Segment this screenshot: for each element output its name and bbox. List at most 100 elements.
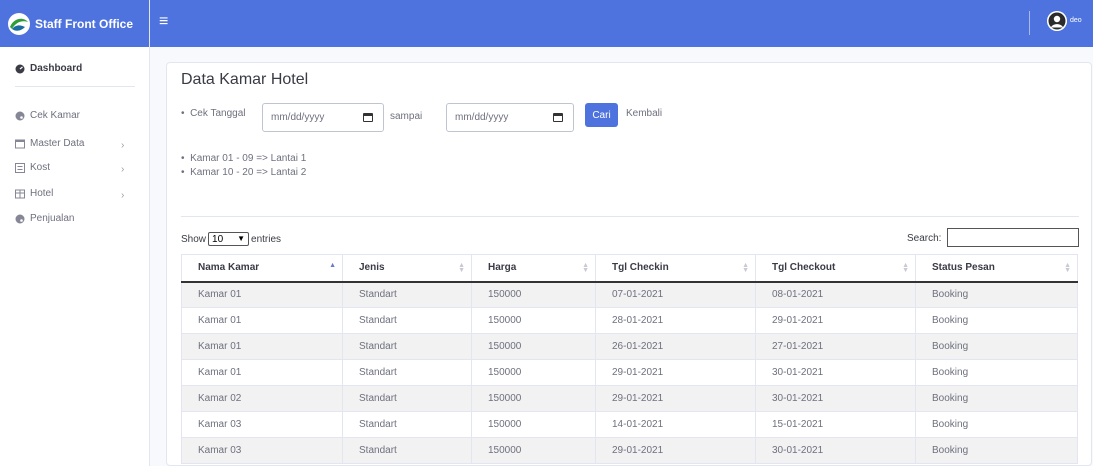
col-header-tgl-checkout[interactable]: Tgl Checkout ▲ ▼	[755, 254, 916, 283]
table-row: Kamar 03 Standart 150000 29-01-2021 30-0…	[181, 437, 1078, 464]
cell-jenis: Standart	[342, 385, 472, 412]
main-card: Data Kamar Hotel • Cek Tanggal mm/dd/yyy…	[166, 62, 1092, 466]
cell-status-pesan: Booking	[915, 411, 1078, 438]
cell-harga: 150000	[471, 333, 596, 360]
cell-status-pesan: Booking	[915, 385, 1078, 412]
table-icon	[15, 189, 25, 199]
sidebar-item-label: Kost	[30, 162, 51, 173]
col-header-nama-kamar[interactable]: Nama Kamar ▲	[181, 254, 343, 283]
search-button[interactable]: Cari	[585, 103, 618, 127]
cell-nama-kamar: Kamar 02	[181, 385, 343, 412]
cell-tgl-checkin: 29-01-2021	[595, 437, 756, 464]
sidebar-item-label: Master Data	[30, 138, 85, 149]
table-row: Kamar 02 Standart 150000 29-01-2021 30-0…	[181, 385, 1078, 412]
cell-status-pesan: Booking	[915, 437, 1078, 464]
sort-icon: ▲ ▼	[902, 262, 909, 274]
col-header-harga[interactable]: Harga ▲ ▼	[471, 254, 596, 283]
cell-tgl-checkin: 07-01-2021	[595, 281, 756, 308]
table-row: Kamar 03 Standart 150000 14-01-2021 15-0…	[181, 411, 1078, 438]
chevron-down-icon: ▼	[237, 234, 246, 243]
sidebar: Staff Front Office Dashboard Cek Kamar M…	[0, 0, 150, 466]
cell-tgl-checkout: 15-01-2021	[755, 411, 916, 438]
search-input[interactable]	[947, 228, 1079, 247]
sidebar-item-dashboard[interactable]: Dashboard	[15, 63, 82, 74]
brand-name: Staff Front Office	[35, 16, 133, 31]
table-row: Kamar 01 Standart 150000 29-01-2021 30-0…	[181, 359, 1078, 386]
entries-length-select[interactable]: 10 ▼	[208, 232, 250, 246]
cell-harga: 150000	[471, 437, 596, 464]
cell-status-pesan: Booking	[915, 359, 1078, 386]
tachometer-icon	[15, 64, 25, 74]
bars-icon[interactable]: ≡	[159, 14, 168, 30]
col-header-label: Nama Kamar	[198, 262, 260, 274]
table-row: Kamar 01 Standart 150000 26-01-2021 27-0…	[181, 333, 1078, 360]
brand-logo-icon	[7, 12, 31, 36]
cell-tgl-checkin: 26-01-2021	[595, 333, 756, 360]
cell-jenis: Standart	[342, 333, 472, 360]
sort-icon: ▲ ▼	[582, 262, 589, 274]
between-label: sampai	[390, 111, 423, 122]
show-label: Show	[181, 233, 207, 245]
chevron-right-icon: ›	[121, 190, 125, 201]
cell-jenis: Standart	[342, 281, 472, 308]
note-item: • Kamar 10 - 20 => Lantai 2	[181, 167, 307, 178]
palette-icon	[15, 111, 25, 121]
table-header-row: Nama Kamar ▲ Jenis ▲ ▼ Harga ▲ ▼ Tgl Checkin ▲…	[181, 254, 1078, 283]
filter-label-text: Cek Tanggal	[190, 108, 246, 119]
cell-status-pesan: Booking	[915, 333, 1078, 360]
user-name[interactable]: deo	[1070, 17, 1082, 24]
list-box-icon	[15, 162, 25, 173]
cell-nama-kamar: Kamar 01	[181, 307, 343, 334]
cell-harga: 150000	[471, 307, 596, 334]
calendar-icon[interactable]	[363, 113, 373, 122]
rooms-table: Nama Kamar ▲ Jenis ▲ ▼ Harga ▲ ▼ Tgl Checkin ▲…	[181, 254, 1078, 464]
cell-tgl-checkout: 27-01-2021	[755, 333, 916, 360]
table-row: Kamar 01 Standart 150000 07-01-2021 08-0…	[181, 281, 1078, 308]
col-header-label: Jenis	[359, 262, 385, 274]
sidebar-item-hotel[interactable]: Hotel ›	[15, 188, 124, 201]
cell-tgl-checkin: 29-01-2021	[595, 359, 756, 386]
sort-asc-icon: ▲	[329, 262, 336, 269]
sort-icon: ▲ ▼	[1064, 262, 1071, 274]
cell-nama-kamar: Kamar 01	[181, 281, 343, 308]
date-to-placeholder: mm/dd/yyyy	[455, 112, 509, 123]
table-row: Kamar 01 Standart 150000 28-01-2021 29-0…	[181, 307, 1078, 334]
cell-tgl-checkout: 30-01-2021	[755, 437, 916, 464]
sidebar-brand[interactable]: Staff Front Office	[0, 0, 149, 47]
chevron-right-icon: ›	[121, 164, 125, 175]
cell-tgl-checkout: 30-01-2021	[755, 385, 916, 412]
user-avatar[interactable]	[1047, 11, 1067, 31]
sort-icon: ▲ ▼	[458, 262, 465, 274]
entries-label: entries	[251, 233, 282, 245]
date-from-input[interactable]: mm/dd/yyyy	[262, 103, 384, 132]
cell-harga: 150000	[471, 411, 596, 438]
date-to-input[interactable]: mm/dd/yyyy	[446, 103, 574, 132]
chevron-right-icon: ›	[121, 140, 125, 151]
cell-status-pesan: Booking	[915, 307, 1078, 334]
sidebar-item-cek-kamar[interactable]: Cek Kamar	[15, 110, 80, 121]
sidebar-item-label: Hotel	[30, 188, 54, 199]
cell-status-pesan: Booking	[915, 281, 1078, 308]
note-text: Kamar 10 - 20 => Lantai 2	[190, 167, 307, 178]
col-header-tgl-checkin[interactable]: Tgl Checkin ▲ ▼	[595, 254, 756, 283]
cell-harga: 150000	[471, 281, 596, 308]
cell-tgl-checkout: 08-01-2021	[755, 281, 916, 308]
back-link[interactable]: Kembali	[626, 108, 662, 119]
topbar: ≡ deo	[150, 0, 1093, 47]
calendar-icon[interactable]	[553, 113, 563, 122]
cell-tgl-checkin: 28-01-2021	[595, 307, 756, 334]
page-title: Data Kamar Hotel	[181, 71, 309, 88]
col-header-status-pesan[interactable]: Status Pesan ▲ ▼	[915, 254, 1078, 283]
sidebar-item-kost[interactable]: Kost ›	[15, 162, 124, 175]
col-header-label: Harga	[488, 262, 517, 274]
cell-tgl-checkout: 29-01-2021	[755, 307, 916, 334]
cell-harga: 150000	[471, 359, 596, 386]
col-header-jenis[interactable]: Jenis ▲ ▼	[342, 254, 472, 283]
cell-harga: 150000	[471, 385, 596, 412]
sidebar-item-penjualan[interactable]: Penjualan	[15, 213, 74, 224]
cell-nama-kamar: Kamar 01	[181, 359, 343, 386]
cell-jenis: Standart	[342, 437, 472, 464]
sidebar-item-label: Dashboard	[30, 63, 83, 74]
sidebar-item-master-data[interactable]: Master Data ›	[15, 138, 124, 151]
note-text: Kamar 01 - 09 => Lantai 1	[190, 153, 307, 164]
